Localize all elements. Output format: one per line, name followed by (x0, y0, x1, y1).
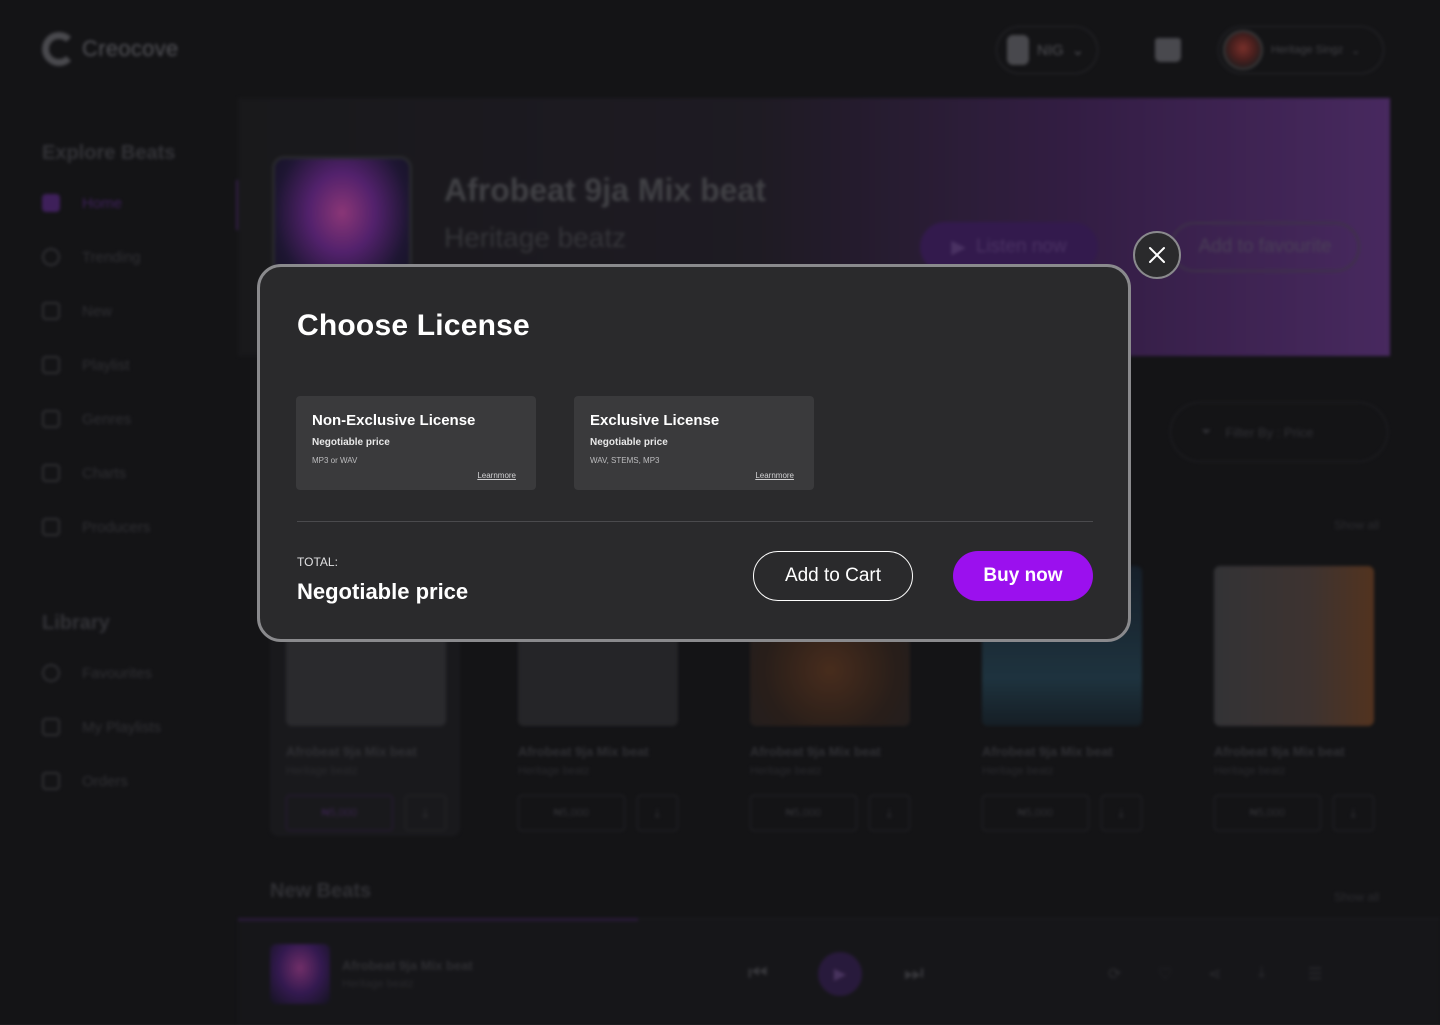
modal-title: Choose License (297, 309, 530, 342)
license-name: Non-Exclusive License (312, 412, 476, 429)
total-label: TOTAL: (297, 555, 338, 569)
license-option-non-exclusive[interactable]: Non-Exclusive License Negotiable price M… (296, 396, 536, 490)
close-icon (1149, 247, 1165, 263)
license-price: Negotiable price (312, 437, 390, 448)
total-value: Negotiable price (297, 579, 469, 604)
license-option-exclusive[interactable]: Exclusive License Negotiable price WAV, … (574, 396, 814, 490)
license-formats: WAV, STEMS, MP3 (590, 456, 660, 465)
learn-more-link[interactable]: Learnmore (755, 471, 794, 480)
buy-now-button[interactable]: Buy now (953, 551, 1093, 601)
choose-license-modal: Choose License Non-Exclusive License Neg… (257, 264, 1131, 642)
license-name: Exclusive License (590, 412, 720, 429)
license-price: Negotiable price (590, 437, 668, 448)
license-formats: MP3 or WAV (312, 456, 358, 465)
learn-more-link[interactable]: Learnmore (477, 471, 516, 480)
divider (297, 521, 1093, 522)
close-modal-button[interactable] (1133, 231, 1181, 279)
add-to-cart-button[interactable]: Add to Cart (753, 551, 913, 601)
